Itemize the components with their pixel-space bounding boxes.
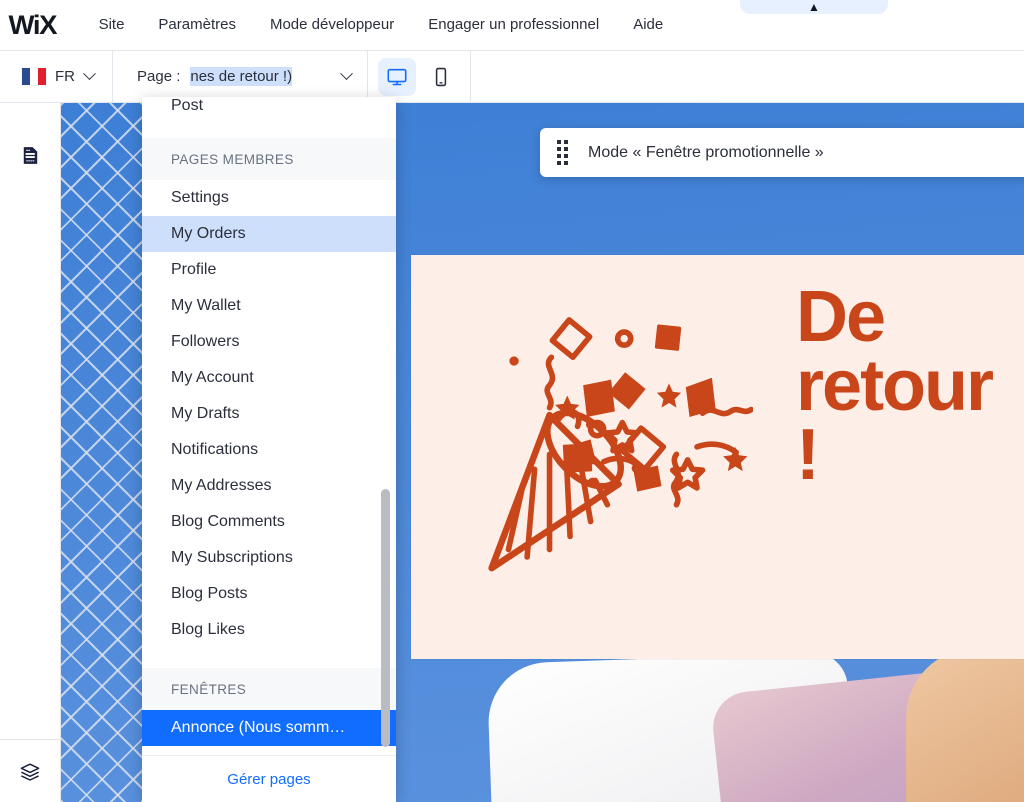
dropdown-item-followers[interactable]: Followers (142, 324, 396, 360)
drag-handle-icon[interactable] (557, 140, 568, 165)
language-code: FR (55, 68, 75, 85)
toolbar-divider-3 (470, 50, 471, 103)
page-selector[interactable]: Page : nes de retour !) (113, 51, 367, 103)
wix-logo[interactable]: WiX (9, 11, 58, 39)
chevron-down-icon (340, 67, 353, 81)
device-desktop-button[interactable] (378, 57, 416, 96)
chevron-up-icon: ▲ (808, 0, 820, 14)
page-selector-value: nes de retour !) (190, 67, 293, 86)
dropdown-item-my-addresses[interactable]: My Addresses (142, 468, 396, 504)
menu-item-mode-developpeur[interactable]: Mode développeur (253, 0, 411, 50)
dropdown-section-pages-membres: PAGES MEMBRES (142, 138, 396, 180)
dropdown-footer: Gérer pages (142, 755, 396, 802)
promotional-window-mode-bar[interactable]: Mode « Fenêtre promotionnelle » (540, 128, 1024, 177)
dropdown-item-post[interactable]: Post (142, 97, 396, 127)
dropdown-section-fenetres: FENÊTRES (142, 668, 396, 710)
left-rail (0, 103, 61, 802)
pages-icon (23, 146, 37, 164)
menu-item-site[interactable]: Site (82, 0, 142, 50)
language-selector[interactable]: FR (0, 51, 112, 103)
dropdown-scrollbar[interactable] (381, 97, 390, 755)
dropdown-item-my-account[interactable]: My Account (142, 360, 396, 396)
photo-player-arm (906, 648, 1024, 802)
editor-window: WiX Site Paramètres Mode développeur Eng… (0, 0, 1024, 802)
chevron-down-icon (83, 67, 96, 81)
party-popper-confetti-icon (473, 305, 754, 585)
device-switcher (368, 51, 470, 103)
rail-divider (0, 739, 61, 740)
dropdown-item-blog-likes[interactable]: Blog Likes (142, 612, 396, 648)
dropdown-item-my-wallet[interactable]: My Wallet (142, 288, 396, 324)
promo-heading-line-2: retour (796, 346, 994, 427)
promotional-window[interactable]: De retour ! (411, 255, 1024, 659)
dropdown-item-my-subscriptions[interactable]: My Subscriptions (142, 540, 396, 576)
menu-item-engager-un-professionnel[interactable]: Engager un professionnel (411, 0, 616, 50)
promo-heading-line-3: ! (796, 415, 820, 496)
device-mobile-button[interactable] (422, 58, 460, 96)
dropdown-item-my-drafts[interactable]: My Drafts (142, 396, 396, 432)
dropdown-item-annonce[interactable]: Annonce (Nous somm… (142, 710, 396, 746)
editor-toolbar: FR Page : nes de retour !) (0, 50, 1024, 103)
dropdown-item-blog-posts[interactable]: Blog Posts (142, 576, 396, 612)
rail-item-layers[interactable] (8, 750, 52, 794)
manage-pages-link[interactable]: Gérer pages (227, 771, 310, 788)
collapse-panel-tab[interactable]: ▲ (740, 0, 888, 14)
menu-item-aide[interactable]: Aide (616, 0, 680, 50)
menu-item-parametres[interactable]: Paramètres (141, 0, 253, 50)
rail-item-pages[interactable] (8, 133, 52, 177)
dropdown-item-blog-comments[interactable]: Blog Comments (142, 504, 396, 540)
desktop-icon (387, 68, 407, 85)
dropdown-spacer-2 (142, 648, 396, 668)
promo-heading-line-1: De (796, 277, 886, 357)
page-selector-chevron[interactable] (340, 67, 353, 81)
promo-heading: De retour ! (796, 277, 1024, 496)
dropdown-item-profile[interactable]: Profile (142, 252, 396, 288)
dropdown-scrollbar-thumb[interactable] (381, 489, 390, 747)
pages-dropdown[interactable]: Post PAGES MEMBRES Settings My Orders Pr… (142, 97, 396, 802)
layers-icon (20, 763, 40, 781)
dropdown-spacer (142, 127, 396, 138)
dropdown-item-my-orders[interactable]: My Orders (142, 216, 396, 252)
dropdown-item-settings[interactable]: Settings (142, 180, 396, 216)
mobile-icon (435, 67, 447, 86)
dropdown-item-notifications[interactable]: Notifications (142, 432, 396, 468)
page-selector-label: Page : (137, 68, 181, 85)
france-flag-icon (22, 68, 46, 85)
mode-bar-label: Mode « Fenêtre promotionnelle » (588, 143, 824, 161)
pages-dropdown-scroll-area[interactable]: Post PAGES MEMBRES Settings My Orders Pr… (142, 97, 396, 755)
